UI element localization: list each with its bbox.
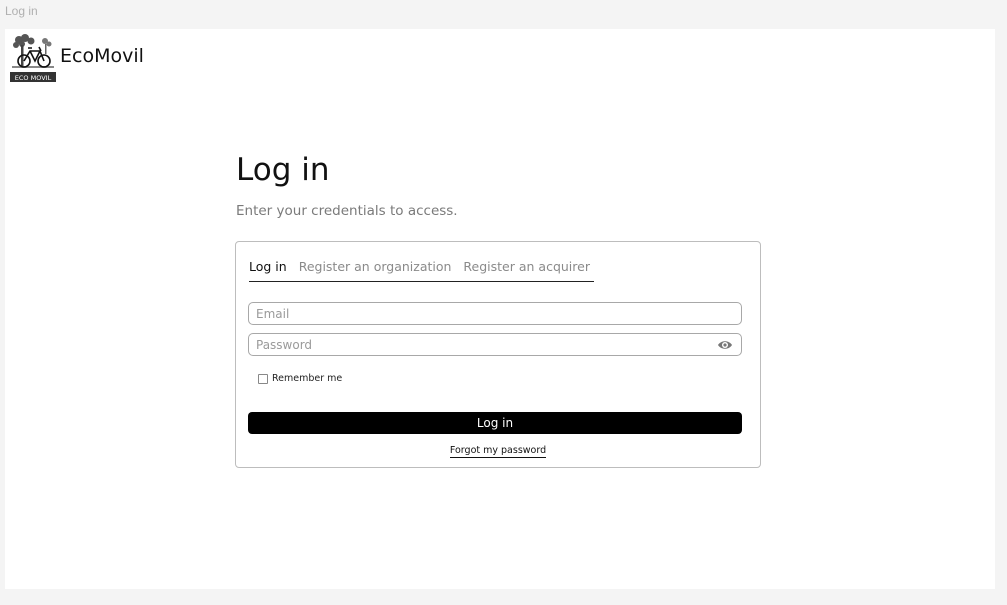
login-card: Log in Register an organization Register… — [235, 241, 761, 468]
browser-tab-title: Log in — [5, 4, 38, 18]
brand[interactable]: ECO MOVIL EcoMovil — [10, 33, 144, 83]
password-input[interactable] — [249, 334, 741, 356]
page-container: ECO MOVIL EcoMovil Log in Enter your cre… — [5, 29, 995, 589]
tab-register-organization[interactable]: Register an organization — [299, 259, 452, 274]
remember-me-checkbox[interactable] — [258, 373, 268, 384]
tab-register-acquirer[interactable]: Register an acquirer — [463, 259, 590, 274]
ecomovil-logo-icon: ECO MOVIL — [10, 34, 56, 82]
remember-me: Remember me — [258, 373, 342, 384]
logo-text: ECO MOVIL — [15, 74, 52, 82]
email-field-wrapper — [248, 302, 742, 325]
brand-name: EcoMovil — [60, 45, 144, 67]
eye-icon[interactable] — [717, 338, 733, 352]
page-subtitle: Enter your credentials to access. — [236, 203, 458, 219]
remember-me-label[interactable]: Remember me — [272, 373, 342, 384]
auth-tabs: Log in Register an organization Register… — [249, 259, 594, 282]
tab-log-in[interactable]: Log in — [249, 259, 287, 274]
forgot-password-container: Forgot my password — [236, 438, 760, 458]
page-title: Log in — [236, 152, 330, 188]
forgot-password-link[interactable]: Forgot my password — [449, 445, 547, 458]
email-input[interactable] — [249, 303, 741, 325]
login-button[interactable]: Log in — [248, 412, 742, 434]
password-field-wrapper — [248, 333, 742, 356]
